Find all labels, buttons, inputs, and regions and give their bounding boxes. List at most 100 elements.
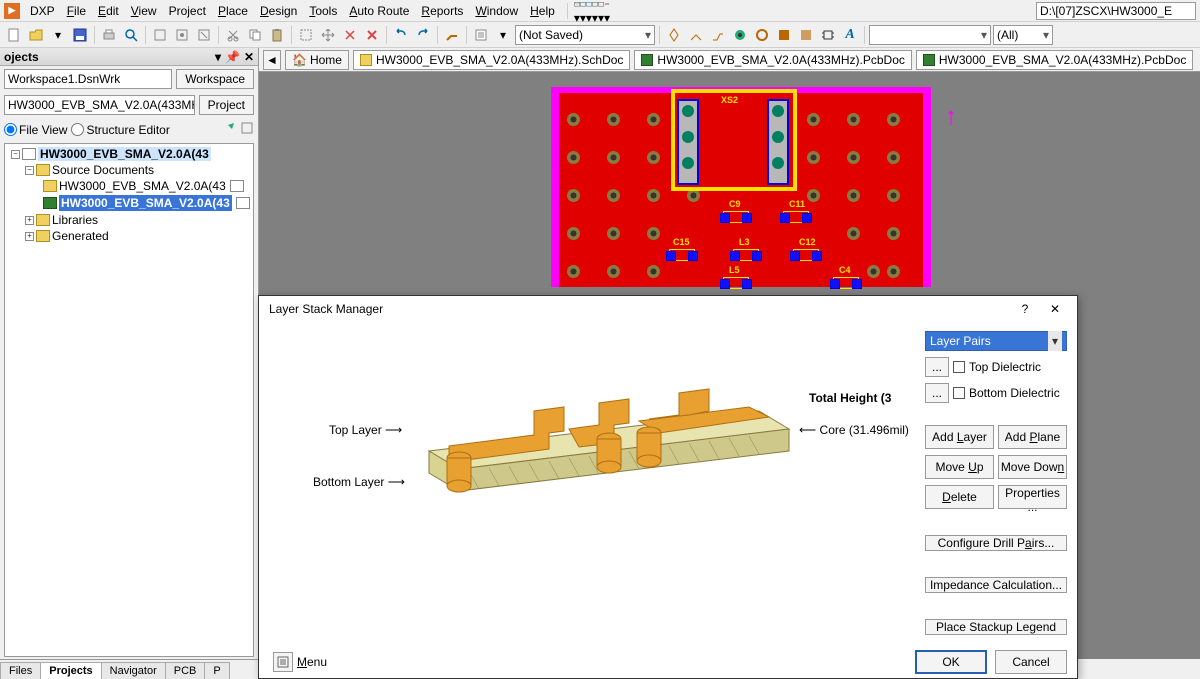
delete-button[interactable]: Delete xyxy=(925,485,994,509)
tb-route1[interactable] xyxy=(664,25,684,45)
tree-root[interactable]: HW3000_EVB_SMA_V2.0A(43 xyxy=(38,147,211,161)
clear-button[interactable] xyxy=(362,25,382,45)
project-button[interactable]: Project xyxy=(199,95,254,115)
browse-dropdown[interactable]: ▾ xyxy=(493,25,513,45)
layer-stack-dialog: Layer Stack Manager ? ✕ xyxy=(258,295,1078,679)
configure-drill-button[interactable]: Configure Drill Pairs... xyxy=(925,535,1067,551)
dialog-options-icon[interactable] xyxy=(273,652,293,672)
tb-7[interactable] xyxy=(150,25,170,45)
place-legend-button[interactable]: Place Stackup Legend xyxy=(925,619,1067,635)
copy-button[interactable] xyxy=(245,25,265,45)
cancel-button[interactable]: Cancel xyxy=(995,650,1067,674)
tree-generated[interactable]: Generated xyxy=(52,229,109,243)
home-tab[interactable]: 🏠Home xyxy=(285,50,349,70)
tb-9[interactable] xyxy=(194,25,214,45)
label-c11: C11 xyxy=(789,199,805,209)
panel-menu-icon[interactable]: ▾ xyxy=(215,50,221,64)
cut-button[interactable] xyxy=(223,25,243,45)
tree-pcbdoc[interactable]: HW3000_EVB_SMA_V2.0A(43 xyxy=(59,195,232,211)
layer-combo[interactable] xyxy=(869,25,991,45)
tab-projects[interactable]: Projects xyxy=(40,662,101,679)
save-button[interactable] xyxy=(70,25,90,45)
tb-string[interactable]: A xyxy=(840,25,860,45)
top-dielectric-browse[interactable]: ... xyxy=(925,357,949,377)
tab-pcbdoc-1[interactable]: HW3000_EVB_SMA_V2.0A(433MHz).PcbDoc xyxy=(634,50,911,70)
move-button[interactable] xyxy=(318,25,338,45)
tb-fill[interactable] xyxy=(774,25,794,45)
panel-pin-icon[interactable]: 📌 xyxy=(225,50,240,64)
tree-schdoc[interactable]: HW3000_EVB_SMA_V2.0A(43 xyxy=(59,179,226,193)
dialog-menu-button[interactable]: Menu xyxy=(297,655,327,669)
menu-reports[interactable]: Reports xyxy=(417,2,467,20)
tb-via[interactable] xyxy=(730,25,750,45)
dialog-close-button[interactable]: ✕ xyxy=(1043,299,1067,319)
label-xs2: XS2 xyxy=(721,95,738,105)
open-button[interactable] xyxy=(26,25,46,45)
tb-route3[interactable] xyxy=(708,25,728,45)
tab-p[interactable]: P xyxy=(204,662,229,679)
top-dielectric-checkbox[interactable] xyxy=(953,361,965,373)
redo-button[interactable] xyxy=(413,25,433,45)
bottom-dielectric-checkbox[interactable] xyxy=(953,387,965,399)
print-button[interactable] xyxy=(99,25,119,45)
panel-tabs: Files Projects Navigator PCB P xyxy=(0,659,259,679)
menu-place[interactable]: Place xyxy=(214,2,252,20)
add-layer-button[interactable]: Add Layer xyxy=(925,425,994,449)
menu-autoroute[interactable]: Auto Route xyxy=(345,2,413,20)
menu-tool-6[interactable]: ▾ xyxy=(604,0,610,25)
tab-prev-button[interactable]: ◄ xyxy=(263,50,281,70)
preview-button[interactable] xyxy=(121,25,141,45)
menu-view[interactable]: View xyxy=(127,2,161,20)
open-dropdown[interactable]: ▾ xyxy=(48,25,68,45)
panel-opt1-icon[interactable] xyxy=(222,121,236,138)
add-plane-button[interactable]: Add Plane xyxy=(998,425,1067,449)
tb-8[interactable] xyxy=(172,25,192,45)
tab-pcb[interactable]: PCB xyxy=(165,662,206,679)
tree-libraries[interactable]: Libraries xyxy=(52,213,98,227)
dialog-footer: Menu OK Cancel xyxy=(259,645,1077,678)
saved-filter-combo[interactable]: (Not Saved) xyxy=(515,25,655,45)
paste-button[interactable] xyxy=(267,25,287,45)
tab-schdoc[interactable]: HW3000_EVB_SMA_V2.0A(433MHz).SchDoc xyxy=(353,50,630,70)
menu-window[interactable]: Window xyxy=(471,2,522,20)
deselect-button[interactable] xyxy=(340,25,360,45)
menu-edit[interactable]: Edit xyxy=(94,2,123,20)
menu-file[interactable]: File xyxy=(63,2,90,20)
structure-editor-radio[interactable]: Structure Editor xyxy=(71,123,169,137)
filter-combo[interactable]: (All) xyxy=(993,25,1053,45)
menu-design[interactable]: Design xyxy=(256,2,301,20)
workspace-combo[interactable]: Workspace1.DsnWrk xyxy=(4,69,172,89)
tab-navigator[interactable]: Navigator xyxy=(101,662,166,679)
tab-pcbdoc-2[interactable]: HW3000_EVB_SMA_V2.0A(433MHz).PcbDoc xyxy=(916,50,1193,70)
tree-source-documents[interactable]: Source Documents xyxy=(52,163,154,177)
file-view-radio[interactable]: File View xyxy=(4,123,67,137)
bottom-dielectric-browse[interactable]: ... xyxy=(925,383,949,403)
project-tree[interactable]: −HW3000_EVB_SMA_V2.0A(43 −Source Documen… xyxy=(4,143,254,657)
tb-poly[interactable] xyxy=(796,25,816,45)
dialog-help-button[interactable]: ? xyxy=(1013,299,1037,319)
tb-route2[interactable] xyxy=(686,25,706,45)
menu-dxp[interactable]: DXP xyxy=(26,2,59,20)
tb-comp[interactable] xyxy=(818,25,838,45)
tb-pad[interactable] xyxy=(752,25,772,45)
workspace-button[interactable]: Workspace xyxy=(176,69,254,89)
undo-button[interactable] xyxy=(391,25,411,45)
browse-button[interactable] xyxy=(471,25,491,45)
layer-pairs-select[interactable]: Layer Pairs▾ xyxy=(925,331,1067,351)
project-combo[interactable]: HW3000_EVB_SMA_V2.0A(433MHz xyxy=(4,95,195,115)
properties-button[interactable]: Properties ... xyxy=(998,485,1067,509)
panel-close-icon[interactable]: ✕ xyxy=(244,50,254,64)
pcb-icon xyxy=(923,54,935,66)
place-track-button[interactable] xyxy=(442,25,462,45)
select-rect-button[interactable] xyxy=(296,25,316,45)
menu-project[interactable]: Project xyxy=(165,2,210,20)
impedance-button[interactable]: Impedance Calculation... xyxy=(925,577,1067,593)
menu-tools[interactable]: Tools xyxy=(305,2,341,20)
panel-opt2-icon[interactable] xyxy=(240,121,254,138)
move-up-button[interactable]: Move Up xyxy=(925,455,994,479)
tab-files[interactable]: Files xyxy=(0,662,41,679)
ok-button[interactable]: OK xyxy=(915,650,987,674)
move-down-button[interactable]: Move Down xyxy=(998,455,1067,479)
new-button[interactable] xyxy=(4,25,24,45)
menu-help[interactable]: Help xyxy=(526,2,559,20)
